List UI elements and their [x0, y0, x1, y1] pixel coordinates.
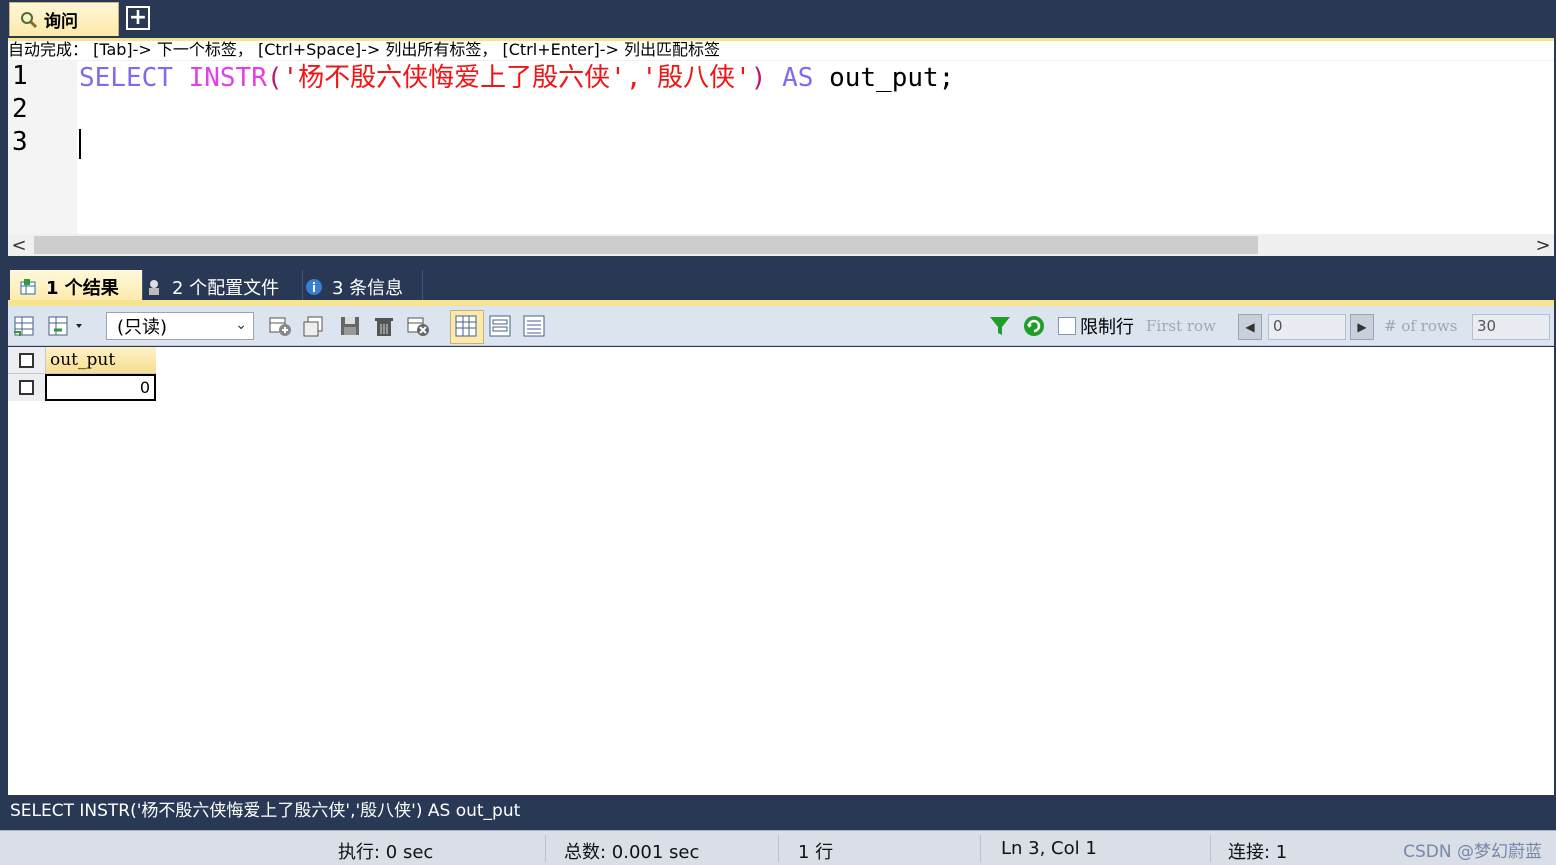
result-toolbar: (只读) ⌄ 限制行 First row ◀ 0 ▶ # of rows 30	[8, 306, 1554, 346]
export-grid-icon[interactable]	[12, 314, 36, 338]
table-cell[interactable]: 0	[45, 374, 156, 401]
line-number: 2	[12, 94, 28, 124]
result-grid: out_put 0	[8, 347, 1554, 795]
save-icon[interactable]	[338, 314, 362, 338]
column-header[interactable]: out_put	[46, 347, 156, 374]
paren-close: )	[750, 63, 767, 93]
tab-messages[interactable]: 3 条信息	[296, 270, 423, 303]
profile-icon	[144, 277, 164, 297]
limit-rows-label: 限制行	[1080, 317, 1134, 338]
watermark: CSDN @梦幻蔚蓝	[1403, 842, 1542, 862]
trash-icon[interactable]	[372, 314, 396, 338]
text-caret	[79, 129, 81, 159]
row-checkbox[interactable]	[8, 374, 46, 401]
select-all-checkbox[interactable]	[8, 347, 46, 374]
scroll-thumb[interactable]	[34, 236, 1258, 254]
first-row-input[interactable]: 0	[1268, 314, 1346, 340]
autocomplete-hint: 自动完成： [Tab]-> 下一个标签， [Ctrl+Space]-> 列出所有…	[8, 38, 1554, 61]
keyword-as: AS	[782, 63, 814, 93]
scroll-right-arrow[interactable]: >	[1532, 234, 1554, 256]
function-instr: INSTR	[188, 63, 267, 93]
scroll-left-arrow[interactable]: <	[8, 234, 30, 256]
autocomplete-hint-text: 自动完成： [Tab]-> 下一个标签， [Ctrl+Space]-> 列出所有…	[8, 40, 721, 59]
tab-profiles-label: 2 个配置文件	[172, 277, 280, 299]
info-icon	[304, 277, 324, 297]
keyword-select: SELECT	[79, 63, 173, 93]
executed-query-text: SELECT INSTR('杨不殷六侠悔爱上了殷六侠','殷八侠') AS ou…	[0, 796, 1556, 826]
result-tabs: 1 个结果 2 个配置文件 3 条信息	[8, 267, 1554, 303]
limit-rows-checkbox[interactable]	[1058, 317, 1076, 335]
query-tab[interactable]: 询问	[9, 2, 119, 36]
rows-count-label: # of rows	[1384, 317, 1458, 335]
add-tab-button[interactable]: +	[126, 6, 150, 30]
text-view-icon[interactable]	[522, 314, 546, 338]
cursor-position: Ln 3, Col 1	[1001, 838, 1097, 859]
add-row-icon[interactable]	[268, 314, 292, 338]
rows-count-input[interactable]: 30	[1472, 314, 1550, 340]
connection-count: 连接: 1	[1228, 842, 1288, 863]
next-page-button[interactable]: ▶	[1350, 314, 1374, 340]
paren-open: (	[266, 63, 283, 93]
line-gutter: 1 2 3	[8, 61, 77, 234]
refresh-icon[interactable]	[1022, 314, 1046, 338]
query-icon	[21, 11, 38, 28]
grid-view-icon[interactable]	[450, 310, 484, 344]
sql-editor[interactable]: 1 2 3 SELECT INSTR('杨不殷六侠悔爱上了殷六侠','殷八侠')…	[8, 61, 1554, 234]
exec-time: 执行: 0 sec	[338, 842, 434, 863]
form-view-icon[interactable]	[488, 314, 512, 338]
code-line-1[interactable]: SELECT INSTR('杨不殷六侠悔爱上了殷六侠','殷八侠') AS ou…	[79, 61, 954, 97]
tab-results-label: 1 个结果	[46, 277, 119, 299]
status-bar: 执行: 0 sec 总数: 0.001 sec 1 行 Ln 3, Col 1 …	[0, 830, 1556, 865]
tab-results[interactable]: 1 个结果	[10, 270, 143, 303]
tab-messages-label: 3 条信息	[332, 277, 404, 299]
editor-horizontal-scrollbar[interactable]: < >	[8, 234, 1554, 256]
import-dropdown-icon[interactable]	[46, 314, 90, 338]
duplicate-row-icon[interactable]	[302, 314, 326, 338]
result-mode-select[interactable]: (只读) ⌄	[106, 312, 254, 340]
line-number: 3	[12, 127, 28, 157]
tab-profiles[interactable]: 2 个配置文件	[136, 270, 303, 303]
first-row-label: First row	[1146, 317, 1216, 335]
query-tab-label: 询问	[44, 12, 78, 32]
discard-changes-icon[interactable]	[406, 314, 430, 338]
string-literal-2: '殷八侠'	[641, 63, 751, 93]
filter-icon[interactable]	[988, 314, 1012, 338]
string-literal-1: '杨不殷六侠悔爱上了殷六侠'	[282, 63, 626, 93]
line-number: 1	[12, 61, 28, 91]
chevron-down-icon: ⌄	[235, 317, 247, 333]
result-mode-value: (只读)	[117, 317, 168, 338]
result-grid-icon	[18, 277, 38, 297]
row-count: 1 行	[798, 842, 834, 863]
alias-identifier: out_put;	[829, 63, 955, 93]
prev-page-button[interactable]: ◀	[1238, 314, 1262, 340]
query-tab-bar: 询问 +	[0, 0, 1556, 36]
total-time: 总数: 0.001 sec	[564, 842, 700, 863]
comma: ,	[625, 63, 642, 93]
